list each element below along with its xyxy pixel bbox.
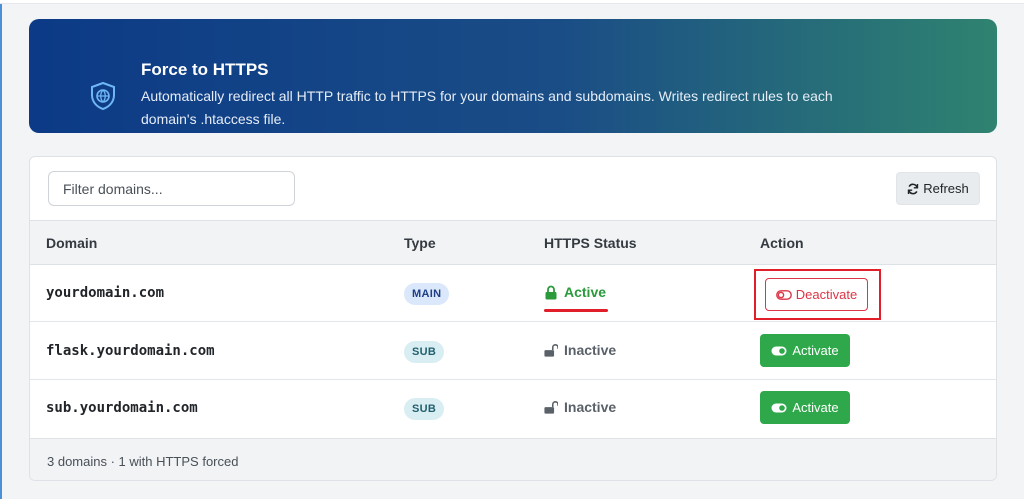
table-row: flask.yourdomain.com SUB Inactive Activa… bbox=[30, 323, 996, 380]
https-status: Inactive bbox=[544, 342, 616, 358]
domain-name: flask.yourdomain.com bbox=[46, 343, 215, 359]
activate-label: Activate bbox=[792, 400, 839, 415]
lock-open-icon bbox=[544, 400, 558, 414]
deactivate-button[interactable]: Deactivate bbox=[765, 278, 868, 311]
type-badge: SUB bbox=[404, 398, 445, 420]
https-status-label: Inactive bbox=[564, 399, 617, 415]
refresh-label: Refresh bbox=[923, 181, 969, 196]
type-badge: SUB bbox=[404, 341, 445, 363]
filter-domains-input[interactable] bbox=[48, 171, 295, 206]
https-banner: Force to HTTPS Automatically redirect al… bbox=[29, 19, 997, 133]
table-row: yourdomain.com MAIN Active Deactivate bbox=[30, 265, 996, 322]
lock-open-icon bbox=[544, 343, 558, 357]
type-badge: MAIN bbox=[404, 283, 450, 305]
table-footer: 3 domains · 1 with HTTPS forced bbox=[30, 438, 996, 480]
domains-summary: 3 domains · 1 with HTTPS forced bbox=[47, 454, 239, 469]
refresh-button[interactable]: Refresh bbox=[896, 172, 980, 205]
status-annotation-underline bbox=[544, 309, 608, 312]
domain-name: sub.yourdomain.com bbox=[46, 400, 198, 416]
banner-title: Force to HTTPS bbox=[141, 60, 269, 79]
banner-description: Automatically redirect all HTTP traffic … bbox=[141, 88, 833, 127]
shield-globe-icon bbox=[89, 81, 117, 111]
https-status: Inactive bbox=[544, 399, 616, 415]
https-status: Active bbox=[544, 284, 606, 300]
lock-closed-icon bbox=[545, 285, 557, 299]
header-type: Type bbox=[404, 235, 436, 251]
header-https-status: HTTPS Status bbox=[544, 235, 637, 251]
domain-name: yourdomain.com bbox=[46, 285, 165, 301]
activate-button[interactable]: Activate bbox=[760, 334, 850, 367]
activate-button[interactable]: Activate bbox=[760, 391, 850, 424]
refresh-icon bbox=[908, 183, 919, 194]
activate-label: Activate bbox=[792, 343, 839, 358]
table-row: sub.yourdomain.com SUB Inactive Activate bbox=[30, 380, 996, 437]
domains-panel: Refresh Domain Type HTTPS Status Action … bbox=[29, 156, 997, 481]
toggle-on-icon bbox=[771, 346, 787, 355]
deactivate-label: Deactivate bbox=[795, 287, 858, 302]
top-strip bbox=[0, 0, 1024, 4]
toggle-on-icon bbox=[771, 403, 787, 412]
https-status-label: Active bbox=[564, 284, 607, 300]
window-left-edge bbox=[0, 0, 2, 499]
table-header: Domain Type HTTPS Status Action bbox=[30, 220, 996, 265]
toggle-off-icon bbox=[775, 289, 792, 300]
header-domain: Domain bbox=[46, 235, 98, 251]
https-status-label: Inactive bbox=[564, 342, 617, 358]
header-action: Action bbox=[760, 235, 804, 251]
